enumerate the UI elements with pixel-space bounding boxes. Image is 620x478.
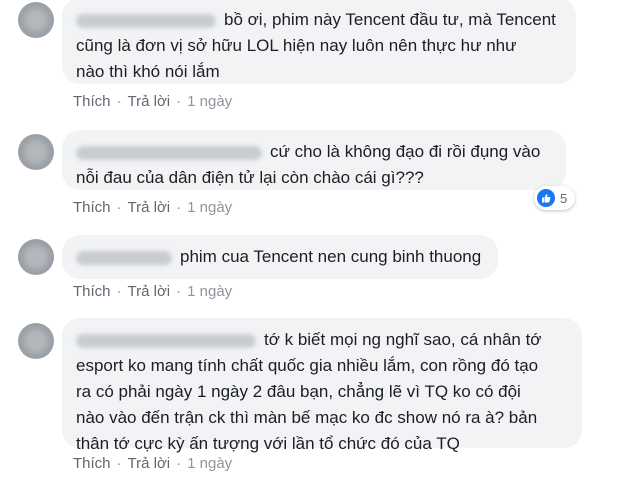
author-name-blurred[interactable] xyxy=(76,250,172,265)
separator: · xyxy=(176,93,182,110)
comment-actions: Thích · Trả lời · 1 ngày xyxy=(73,283,232,300)
like-link[interactable]: Thích xyxy=(73,199,111,216)
timestamp[interactable]: 1 ngày xyxy=(187,93,232,110)
separator: · xyxy=(176,455,182,472)
author-name-blurred[interactable] xyxy=(76,333,256,348)
avatar[interactable] xyxy=(18,239,54,275)
separator: · xyxy=(176,199,182,216)
reply-link[interactable]: Trả lời xyxy=(128,199,171,216)
timestamp[interactable]: 1 ngày xyxy=(187,199,232,216)
reply-link[interactable]: Trả lời xyxy=(128,455,171,472)
avatar[interactable] xyxy=(18,323,54,359)
avatar[interactable] xyxy=(18,134,54,170)
separator: · xyxy=(176,283,182,300)
author-name-blurred[interactable] xyxy=(76,145,262,160)
like-link[interactable]: Thích xyxy=(73,455,111,472)
comment-actions: Thích · Trả lời · 1 ngày xyxy=(73,93,232,110)
comment-bubble: phim cua Tencent nen cung binh thuong xyxy=(62,235,498,279)
timestamp[interactable]: 1 ngày xyxy=(187,283,232,300)
separator: · xyxy=(116,283,122,300)
like-icon xyxy=(537,189,555,207)
like-link[interactable]: Thích xyxy=(73,93,111,110)
comment-bubble: tớ k biết mọi ng nghĩ sao, cá nhân tớ es… xyxy=(62,318,582,453)
reply-link[interactable]: Trả lời xyxy=(128,283,171,300)
separator: · xyxy=(116,199,122,216)
author-name-blurred[interactable] xyxy=(76,13,216,28)
comment-actions: Thích · Trả lời · 1 ngày xyxy=(73,199,232,216)
separator: · xyxy=(116,93,122,110)
comment-text: phim cua Tencent nen cung binh thuong xyxy=(180,247,482,266)
reaction-count[interactable]: 5 xyxy=(534,186,576,210)
comment-bubble: cứ cho là không đạo đi rồi đụng vào nỗi … xyxy=(62,130,566,190)
avatar[interactable] xyxy=(18,2,54,38)
reaction-count-value: 5 xyxy=(560,190,568,206)
comment-actions: Thích · Trả lời · 1 ngày xyxy=(73,455,232,472)
timestamp[interactable]: 1 ngày xyxy=(187,455,232,472)
reply-link[interactable]: Trả lời xyxy=(128,93,171,110)
like-link[interactable]: Thích xyxy=(73,283,111,300)
comment-text: tớ k biết mọi ng nghĩ sao, cá nhân tớ es… xyxy=(76,330,542,453)
separator: · xyxy=(116,455,122,472)
comment-bubble: bồ ơi, phim này Tencent đầu tư, mà Tence… xyxy=(62,0,576,84)
